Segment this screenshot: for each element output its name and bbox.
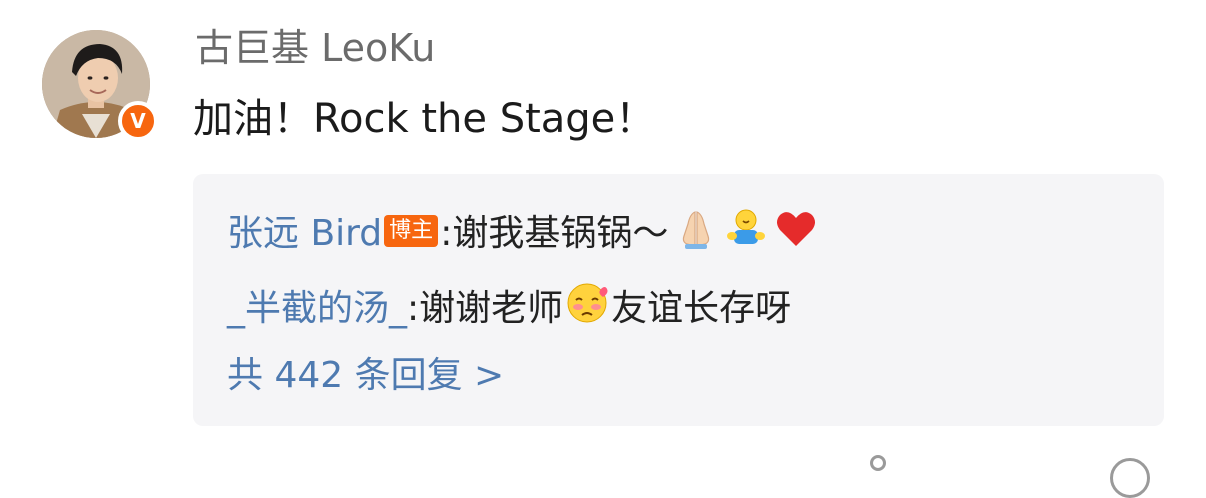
reply-text: 谢谢老师 [419,287,564,329]
reply-text: 谢我基锅锅～ [452,212,669,254]
red-heart-icon [774,206,818,260]
verified-badge-letter: V [130,109,146,133]
view-all-replies-link[interactable]: 共 442 条回复 > [227,354,504,397]
reply-author-name[interactable]: _半截的汤_ [227,287,407,330]
verified-badge: V [118,101,158,141]
reply-item[interactable]: _半截的汤_ : 谢谢老师 友谊长存呀 [227,281,791,335]
replies-box[interactable]: 张远 Bird 博主 : 谢我基锅锅～ _半截的汤_: 谢谢老师 友谊长存呀 … [193,174,1164,426]
blogger-badge: 博主 [384,215,439,248]
folded-hands-icon [674,206,718,260]
comment-author-name[interactable]: 古巨基 LeoKu [195,26,435,72]
like-icon[interactable] [1110,458,1150,498]
hug-icon [724,206,768,260]
reply-item[interactable]: 张远 Bird 博主 : 谢我基锅锅～ [227,206,818,260]
comment-text: 加油！Rock the Stage！ [193,96,656,142]
reply-colon: : [407,287,420,329]
shy-face-icon [565,281,609,335]
reply-text-continued: 友谊长存呀 [611,287,792,329]
reply-colon: : [440,212,453,254]
reply-author-name[interactable]: 张远 Bird [227,212,382,255]
share-icon[interactable] [870,455,886,471]
